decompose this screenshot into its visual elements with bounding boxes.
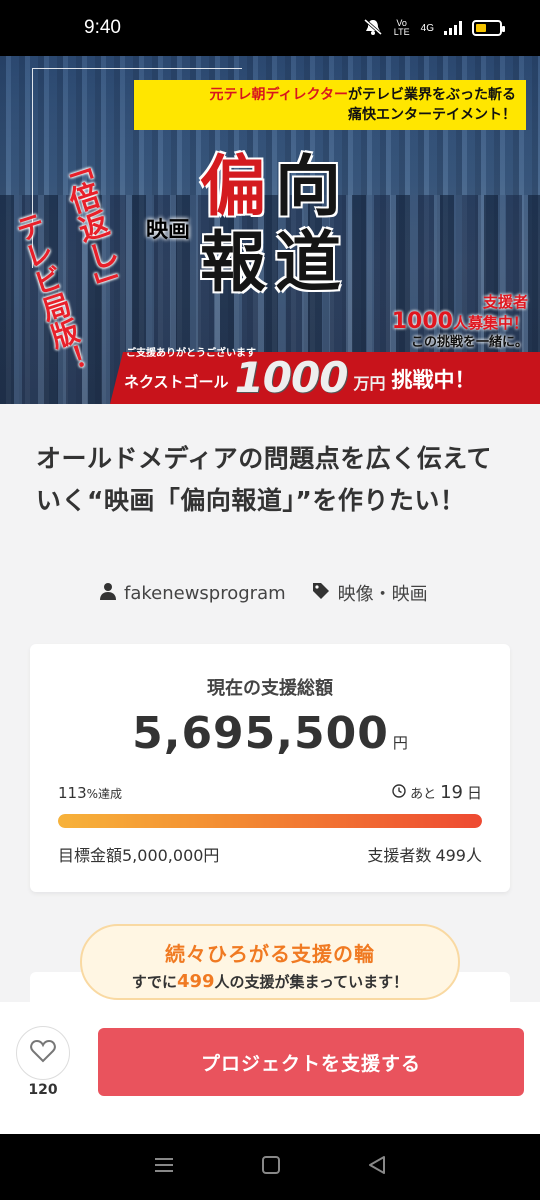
home-icon[interactable] (262, 1156, 280, 1178)
project-category-link[interactable]: 映像・映画 (338, 580, 428, 606)
back-icon[interactable] (368, 1156, 386, 1178)
volte-icon: Vo LTE (393, 18, 410, 37)
bubble-heading: 続々ひろがる支援の輪 (165, 942, 375, 966)
like-button[interactable] (16, 1026, 70, 1080)
recents-icon[interactable] (154, 1157, 174, 1177)
project-content: オールドメディアの問題点を広く伝えていく“映画「偏向報道」”を作りたい！ fak… (0, 404, 540, 1012)
achievement-rate: 113%達成 (58, 784, 123, 802)
status-bar: 9:40 Vo LTE 4G (0, 0, 540, 56)
days-remaining: あと 19 日 (392, 782, 482, 803)
support-momentum-bubble: 続々ひろがる支援の輪 すでに499人の支援が集まっています！ (80, 924, 460, 1000)
backer-count: 支援者数 499人 (367, 846, 482, 865)
support-project-button[interactable]: プロジェクトを支援する (98, 1028, 524, 1096)
funding-progress-fill (58, 814, 482, 828)
project-meta: fakenewsprogram 映像・映画 (100, 580, 428, 606)
banner-eiga-label: 映画 (146, 217, 191, 243)
status-time: 9:40 (84, 17, 121, 38)
funding-progress-bar (58, 814, 482, 828)
goal-amount: 目標金額5,000,000円 (58, 846, 220, 865)
banner-tagline: 元テレ朝ディレクターがテレビ業界をぶった斬る 痛快エンターテイメント！ (134, 80, 526, 130)
funding-label: 現在の支援総額 (207, 678, 333, 699)
funding-currency: 円 (392, 734, 408, 752)
mute-icon (363, 18, 383, 39)
bubble-text: すでに499人の支援が集まっています！ (131, 971, 409, 992)
signal-icon (444, 21, 462, 35)
banner-vertical-copy: 「倍返し」 テレビ局版！ (8, 150, 131, 379)
bottom-action-bar: 120 プロジェクトを支援する (0, 1002, 540, 1134)
clock-icon (392, 783, 406, 802)
funding-card: 現在の支援総額 5,695,500 円 113%達成 あと 19 日 目標金額5,00… (30, 644, 510, 892)
tag-icon (312, 582, 330, 605)
like-count: 120 (28, 1082, 58, 1098)
funding-amount-row: 5,695,500 円 (30, 708, 510, 759)
battery-icon (472, 20, 505, 36)
system-nav-bar (0, 1134, 540, 1200)
network-label: 4G (420, 22, 434, 34)
banner-movie-title: 偏 向 報 道 (200, 147, 341, 301)
heart-icon (30, 1039, 56, 1067)
banner-supporter-recruit: 支援者 1000人募集中！ この挑戦を一緒に。 (391, 293, 528, 350)
status-icons: Vo LTE 4G (363, 18, 505, 39)
project-owner-link[interactable]: fakenewsprogram (124, 583, 286, 604)
project-title: オールドメディアの問題点を広く伝えていく“映画「偏向報道」”を作りたい！ (36, 444, 493, 515)
user-icon (100, 582, 116, 605)
project-banner: 元テレ朝ディレクターがテレビ業界をぶった斬る 痛快エンターテイメント！ 「倍返し… (0, 56, 540, 404)
funding-amount: 5,695,500 (132, 708, 389, 759)
banner-next-goal: ご支援ありがとうございます ネクストゴール 1000 万円 挑戦中！ (124, 348, 476, 402)
